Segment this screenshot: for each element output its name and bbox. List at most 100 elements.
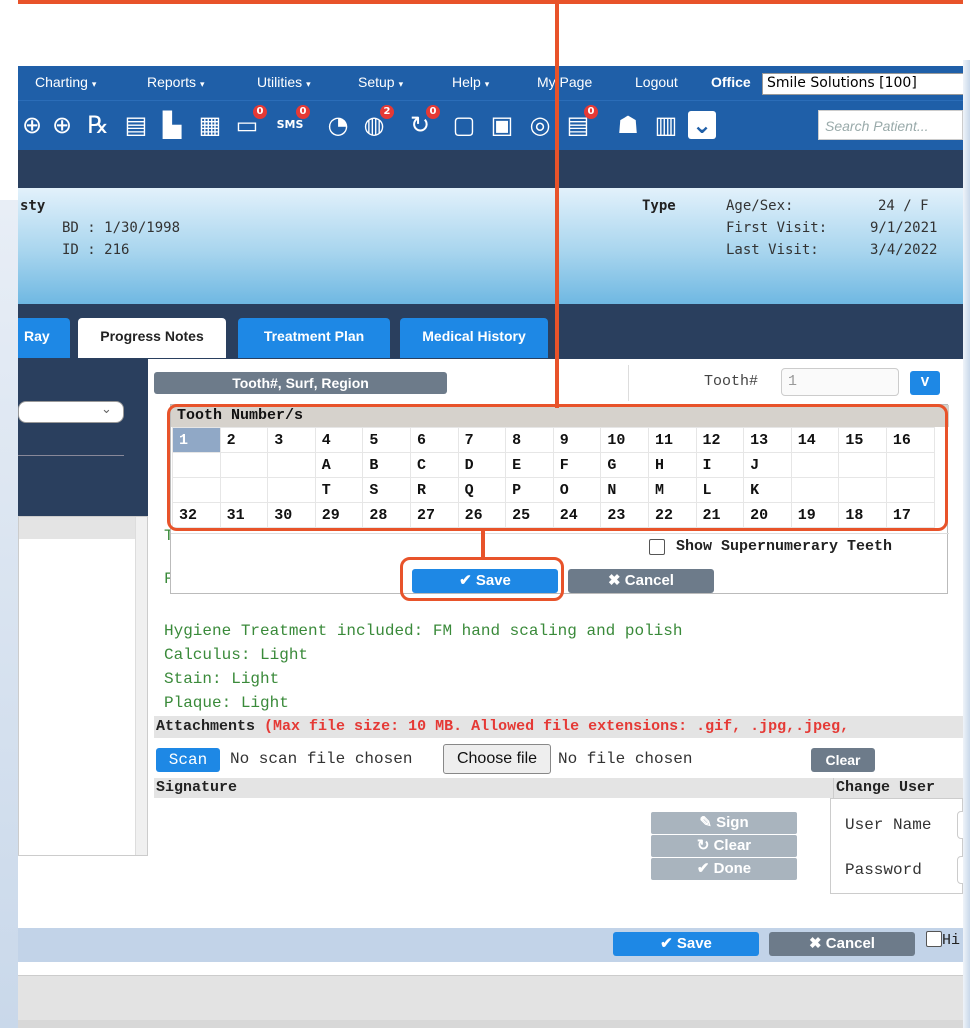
tab-progress-notes[interactable]: Progress Notes [78,318,226,358]
chevron-down-icon: ▾ [484,79,490,89]
header-strip [18,150,963,188]
patients-icon[interactable]: ⊕ [48,111,76,139]
signature-done-button[interactable]: ✔ Done [651,858,797,880]
tab-treatment-plan[interactable]: Treatment Plan [238,318,390,358]
attachments-header: Attachments (Max file size: 10 MB. Allow… [154,716,963,738]
chart-tabs: Ray Progress Notes Treatment Plan Medica… [18,304,963,359]
user-name-input[interactable] [957,811,963,839]
add-patient-icon[interactable]: ⊕ [18,111,46,139]
patient-header: sty BD : 1/30/1998 ID : 216 Type Age/Sex… [18,188,963,304]
clock-icon[interactable]: ◔ [324,111,352,139]
print-icon[interactable]: ▥ [652,111,680,139]
callout-save-connector [481,531,485,559]
no-file-text: No file chosen [558,750,693,768]
sms-icon[interactable]: SMS 0 [276,105,310,139]
refresh-icon[interactable]: ↻ 0 [406,105,440,139]
callout-top-line [18,0,963,4]
calendar-icon[interactable]: ▣ [488,111,516,139]
notification-badge: 0 [584,105,598,119]
collapse-icon[interactable]: ⌄ [688,111,716,139]
attachments-info: (Max file size: 10 MB. Allowed file exte… [264,718,850,735]
chevron-down-icon: ⌄ [101,401,112,416]
sign-button[interactable]: ✎ Sign [651,812,797,834]
tab-xray[interactable]: Ray [18,318,70,358]
search-patient-input[interactable]: Search Patient... [818,110,963,140]
menu-reports[interactable]: Reports ▾ [147,74,205,90]
hide-checkbox[interactable] [926,931,942,947]
menu-my-page[interactable]: My Page [537,74,592,90]
menu-logout[interactable]: Logout [635,74,678,90]
tooth-number-label: Tooth# [704,373,759,390]
tooth-surface-region-button[interactable]: Tooth#, Surf, Region [154,372,447,394]
printer-form-icon[interactable]: ▙ [158,111,186,139]
no-scan-text: No scan file chosen [230,750,413,768]
last-visit-value: 3/4/2022 [870,242,938,258]
menu-utilities[interactable]: Utilities ▾ [257,74,311,90]
age-sex-value: 24 / F [878,198,929,214]
web-icon[interactable]: ◎ [526,111,554,139]
tab-medical-history[interactable]: Medical History [400,318,548,358]
first-visit-label: First Visit: [726,220,828,236]
patient-birthdate: BD : 1/30/1998 [62,220,181,236]
supernumerary-checkbox[interactable] [649,539,665,555]
chat-icon[interactable]: ▭ 0 [233,105,267,139]
callout-tooth-grid-box [167,404,948,531]
scan-button[interactable]: Scan [156,748,220,772]
menu-charting[interactable]: Charting ▾ [35,74,96,90]
first-visit-value: 9/1/2021 [870,220,938,236]
icon-toolbar: ⊕ ⊕ ℞ ▤ ▙ ▦ ▭ 0 SMS 0 ◔ ◍ 2 ↻ 0 ▢ ▣ ◎ ▤ 0 ☗ ▥… [18,100,963,150]
cancel-button[interactable]: ✖ Cancel [769,932,915,956]
globe-icon[interactable]: ◍ 2 [360,105,394,139]
notification-badge: 0 [296,105,310,119]
password-input[interactable] [957,856,963,884]
office-label: Office [711,74,751,90]
tooth-icon[interactable]: ▢ [450,111,478,139]
notes-icon[interactable]: ▤ [122,111,150,139]
patient-name: sty [20,198,46,214]
clear-attachment-button[interactable]: Clear [811,748,875,772]
chevron-down-icon: ▾ [398,79,404,89]
tooth-number-input[interactable]: 1 [781,368,899,396]
choose-file-button[interactable]: Choose file [443,744,551,774]
hide-label: Hi [942,932,961,949]
left-panel: ⌄ [18,359,148,919]
notification-badge: 0 [426,105,440,119]
filter-select[interactable]: ⌄ [18,401,124,423]
footer-bottom [18,1020,963,1028]
change-user-panel: User Name Password [830,798,963,894]
patient-id: ID : 216 [62,242,130,258]
note-text-line: Hygiene Treatment included: FM hand scal… [164,622,683,640]
popup-cancel-button[interactable]: ✖ Cancel [568,569,714,593]
user-name-label: User Name [845,816,932,834]
menu-help[interactable]: Help ▾ [452,74,489,90]
save-button[interactable]: ✔ Save [613,932,759,956]
supernumerary-label: Show Supernumerary Teeth [676,538,893,555]
app-window: Charting ▾ Reports ▾ Utilities ▾ Setup ▾ Hel… [18,60,963,1028]
letter-icon[interactable]: ▦ [196,111,224,139]
family-icon[interactable]: ☗ [614,111,642,139]
divider [628,365,629,401]
notes-list[interactable] [18,516,148,856]
password-label: Password [845,861,922,879]
note-text-line: Plaque: Light [164,694,289,712]
chevron-down-icon: ▾ [91,79,97,89]
note-text-line: Stain: Light [164,670,280,688]
chevron-down-icon: ▾ [200,79,205,89]
tooth-picker-button[interactable]: V [910,371,940,395]
menu-setup[interactable]: Setup ▾ [358,74,403,90]
callout-connector-line [555,0,559,408]
signature-clear-button[interactable]: ↻ Clear [651,835,797,857]
office-select[interactable]: Smile Solutions [100] [762,73,963,95]
age-sex-label: Age/Sex: [726,198,794,214]
main-menu-bar: Charting ▾ Reports ▾ Utilities ▾ Setup ▾ Hel… [18,66,963,100]
footer [18,975,963,1020]
chevron-down-icon: ▾ [306,79,311,89]
last-visit-label: Last Visit: [726,242,819,258]
document-icon[interactable]: ▤ 0 [564,105,598,139]
left-panel-header: ⌄ [18,359,148,519]
list-header [19,517,137,539]
list-scrollbar[interactable] [135,517,147,855]
patient-type-label: Type [642,198,676,214]
prescription-icon[interactable]: ℞ [84,111,112,139]
note-text-line: Calculus: Light [164,646,309,664]
